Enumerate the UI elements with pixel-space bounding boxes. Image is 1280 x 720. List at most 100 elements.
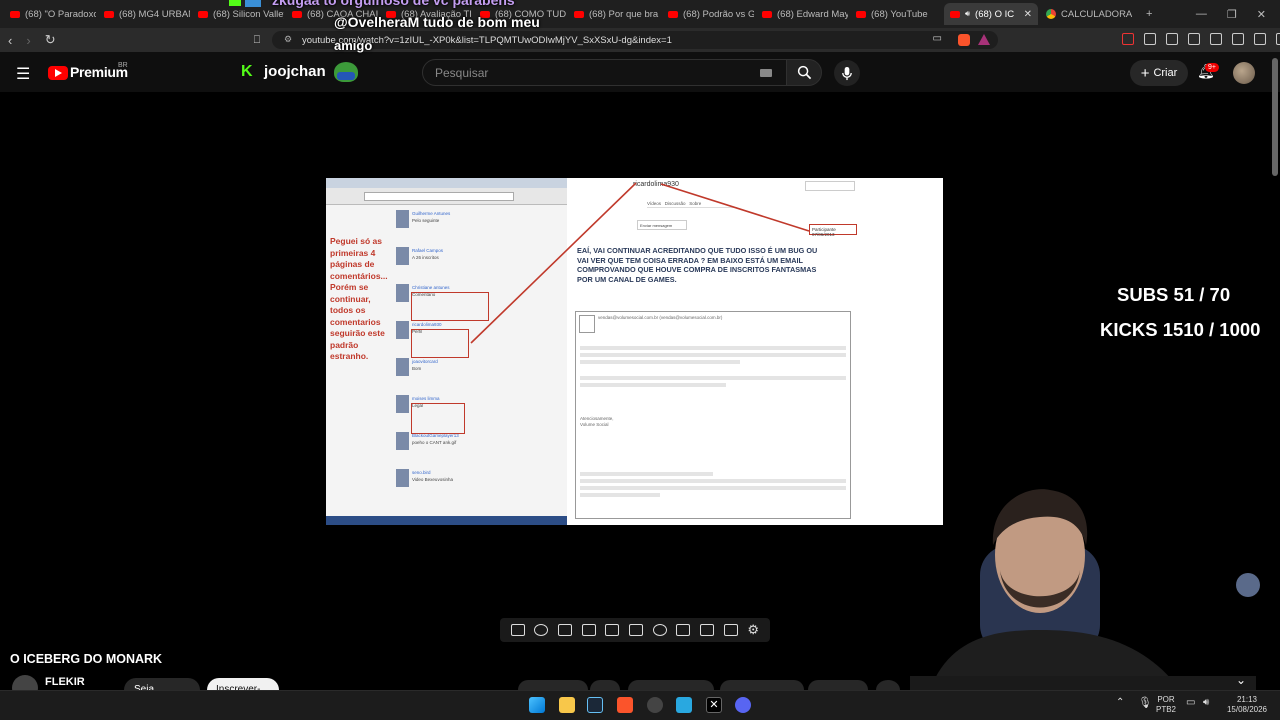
browser-tab[interactable]: (68) Silicon Valley <box>192 3 284 25</box>
file-explorer-icon[interactable] <box>559 697 575 713</box>
notepad-icon[interactable] <box>676 697 692 713</box>
browser-tab[interactable]: (68) "O Paradoxo <box>4 3 96 25</box>
cast-icon[interactable]: ▭ <box>933 33 942 44</box>
browser-tab[interactable]: CALCULADORA <box>1040 3 1132 25</box>
hamburger-menu-icon[interactable]: ☰ <box>16 64 30 84</box>
sidebar-icon[interactable] <box>1210 33 1222 45</box>
search-icon <box>797 65 811 80</box>
minimize-icon[interactable]: — <box>1196 8 1207 20</box>
forward-icon[interactable]: › <box>26 33 30 48</box>
youtube-favicon-icon <box>104 10 114 18</box>
tab-label: (68) O IC <box>975 8 1015 20</box>
lab-icon[interactable] <box>723 624 738 636</box>
kicks-counter: KICKS 1510 / 1000 <box>1100 319 1261 340</box>
tab-label: (68) Edward May <box>777 8 848 20</box>
tab-label: (68) MG4 URBAN <box>119 8 190 20</box>
brave-rewards-icon[interactable] <box>978 34 990 45</box>
brave-shield-icon[interactable] <box>958 34 970 46</box>
browser-tab[interactable]: (68) Por que bra <box>568 3 660 25</box>
webcam-feed <box>890 485 1190 690</box>
search-input[interactable]: Pesquisar <box>422 59 787 86</box>
youtube-favicon-icon <box>292 10 302 18</box>
back-icon[interactable]: ‹ <box>8 33 12 48</box>
chevron-down-icon[interactable]: ⌄ <box>1236 673 1246 687</box>
new-tab-button[interactable]: + <box>1146 8 1152 20</box>
discord-icon[interactable] <box>735 697 751 713</box>
search-button[interactable] <box>786 59 822 86</box>
steam-icon[interactable] <box>587 697 603 713</box>
browser-tab[interactable]: (68) YouTube <box>850 3 942 25</box>
speed-icon[interactable] <box>652 624 667 636</box>
tab-label: (68) Silicon Valley <box>213 8 284 20</box>
loop-icon[interactable] <box>510 624 525 636</box>
streamer-name: joojchan <box>264 63 326 80</box>
youtube-favicon-icon <box>668 10 678 18</box>
speaker-icon[interactable]: 🔊︎ <box>965 9 970 19</box>
subs-counter: SUBS 51 / 70 <box>1117 284 1231 305</box>
puzzle-icon[interactable] <box>1144 33 1156 45</box>
wallet-icon[interactable] <box>1232 33 1244 45</box>
bookmark-icon[interactable]: ⎕ <box>254 34 261 47</box>
music-icon[interactable] <box>1188 33 1200 45</box>
tray-chevron-icon[interactable]: ⌃ <box>1116 697 1124 708</box>
capcut-icon[interactable]: ✕ <box>706 697 722 713</box>
video-title: O ICEBERG DO MONARK <box>10 652 163 666</box>
close-window-icon[interactable]: ✕ <box>1257 8 1266 21</box>
close-tab-icon[interactable]: ✕ <box>1024 9 1032 20</box>
extension-icon[interactable] <box>1122 33 1134 45</box>
create-button[interactable]: + Criar <box>1130 60 1188 86</box>
mic-tray-icon[interactable]: 🎙︎ <box>1138 696 1152 709</box>
reload-icon[interactable]: ↻ <box>45 32 56 48</box>
annotation-arrows <box>470 182 810 344</box>
browser-tab[interactable]: (68) MG4 URBAN <box>98 3 190 25</box>
youtube-favicon-icon <box>856 10 866 18</box>
chat-line-1: zkugaa to orgulhoso de vc parabens <box>272 0 515 8</box>
network-icon[interactable]: ▭ <box>1186 697 1195 708</box>
screenshot-icon[interactable] <box>700 624 715 636</box>
clip-icon[interactable] <box>581 624 596 636</box>
extension-icon[interactable] <box>1166 33 1178 45</box>
brave-icon[interactable] <box>617 697 633 713</box>
browser-tab[interactable]: (68) Edward May <box>756 3 848 25</box>
channel-name[interactable]: FLEKIR <box>45 676 85 688</box>
mic-icon <box>842 66 852 80</box>
tab-label: CALCULADORA <box>1061 8 1132 20</box>
clock-date: 15/08/2026 <box>1226 705 1268 714</box>
volume-icon[interactable]: 🔊︎ <box>1203 697 1209 708</box>
add-icon[interactable] <box>676 624 691 636</box>
plus-icon: + <box>1140 64 1150 82</box>
site-info-icon[interactable]: ⚙ <box>284 34 292 45</box>
pepe-emote-icon <box>334 62 358 82</box>
obs-icon[interactable] <box>647 697 663 713</box>
restore-icon[interactable]: ❐ <box>1227 8 1237 21</box>
clock[interactable]: 21:13 15/08/2026 <box>1224 695 1270 715</box>
language-indicator[interactable]: POR PTB2 <box>1156 695 1176 715</box>
audio-icon[interactable] <box>534 624 549 636</box>
youtube-logo-icon[interactable] <box>48 66 68 80</box>
search-placeholder: Pesquisar <box>435 65 489 80</box>
player-controls-bar: ⚙ <box>500 618 770 642</box>
tab-label: (68) YouTube <box>871 8 928 20</box>
browser-tab[interactable]: 🔊︎ (68) O IC ✕ <box>944 3 1038 25</box>
screen-icon[interactable] <box>558 624 573 636</box>
voice-search-button[interactable] <box>834 60 860 86</box>
windows-taskbar <box>0 690 1280 720</box>
chrome-favicon-icon <box>1046 9 1056 19</box>
language-line-2: PTB2 <box>1156 705 1177 714</box>
language-line-1: POR <box>1157 695 1175 704</box>
settings-gear-icon[interactable]: ⚙ <box>747 622 759 638</box>
scrollbar-thumb[interactable] <box>1272 58 1278 176</box>
subtitles-icon[interactable] <box>629 624 644 636</box>
browser-tab[interactable]: (68) Podrão vs G <box>662 3 754 25</box>
region-label: BR <box>118 62 128 69</box>
crop-icon[interactable] <box>605 624 620 636</box>
browser-tab-bar: (68) "O Paradoxo (68) MG4 URBAN (68) Silic… <box>0 0 1280 28</box>
url-field[interactable]: ⚙ youtube.com/watch?v=1zIUL_-XP0k&list=T… <box>272 31 998 49</box>
windows-start-icon[interactable] <box>529 697 545 713</box>
avatar[interactable] <box>1233 62 1255 84</box>
live-chat-bar[interactable] <box>910 676 1256 690</box>
leo-icon[interactable] <box>1254 33 1266 45</box>
keyboard-icon[interactable] <box>760 69 772 77</box>
vpn-icon[interactable] <box>1276 33 1280 45</box>
create-label: Criar <box>1153 67 1178 79</box>
